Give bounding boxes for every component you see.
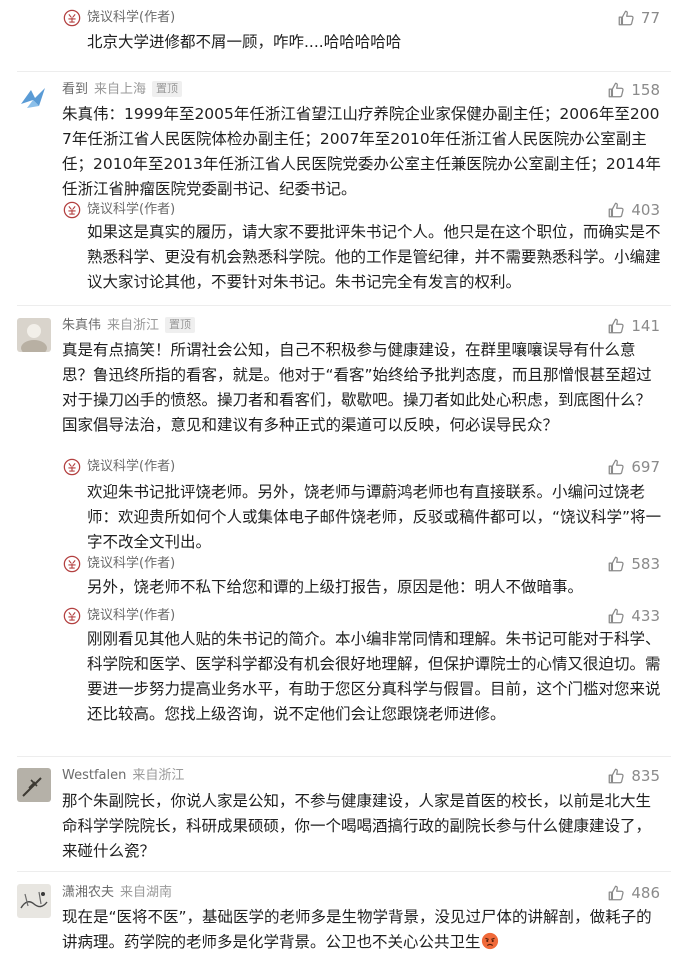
like-button[interactable]: 141 — [607, 316, 660, 336]
reply-author[interactable]: 饶议科学(作者) — [87, 459, 175, 474]
thumbs-up-icon — [607, 201, 625, 219]
like-button[interactable]: 697 — [607, 457, 660, 477]
divider — [17, 871, 671, 872]
thumbs-up-icon — [607, 81, 625, 99]
author-seal-icon — [63, 555, 81, 573]
thumbs-up-icon — [607, 458, 625, 476]
thumbs-up-icon — [607, 317, 625, 335]
comment-location: 来自浙江 — [107, 318, 160, 333]
like-count: 77 — [640, 9, 660, 27]
author-seal-icon — [63, 9, 81, 27]
like-count: 158 — [631, 81, 660, 99]
comment-author[interactable]: 朱真伟 — [62, 318, 101, 333]
reply-author[interactable]: 饶议科学(作者) — [87, 608, 175, 623]
like-count: 433 — [631, 607, 660, 625]
pinned-badge: 置顶 — [165, 317, 196, 333]
like-count: 583 — [631, 555, 660, 573]
divider — [17, 71, 671, 72]
comment-location: 来自上海 — [94, 82, 147, 97]
comment-text: 朱真伟：1999年至2005年任浙江省望江山疗养院企业家保健办副主任；2006年… — [62, 105, 661, 198]
reply-meta: 饶议科学(作者) — [87, 554, 175, 574]
reply-text: 北京大学进修都不屑一顾，咋咋....哈哈哈哈哈 — [87, 33, 402, 51]
avatar[interactable] — [17, 318, 51, 352]
comment-text-body: 现在是“医将不医”，基础医学的老师多是生物学背景，没见过尸体的讲解剖，做耗子的讲… — [62, 908, 652, 951]
like-count: 486 — [631, 884, 660, 902]
thumbs-up-icon — [607, 555, 625, 573]
divider — [17, 756, 671, 757]
pinned-badge: 置顶 — [152, 81, 183, 97]
reply-meta: 饶议科学(作者) — [87, 457, 175, 477]
comment-text: 现在是“医将不医”，基础医学的老师多是生物学背景，没见过尸体的讲解剖，做耗子的讲… — [62, 905, 662, 955]
reply-text: 另外，饶老师不私下给您和谭的上级打报告，原因是他：明人不做暗事。 — [87, 578, 584, 596]
angry-face-icon — [481, 932, 498, 950]
comment-author[interactable]: Westfalen — [62, 768, 126, 783]
comment-location: 来自湖南 — [120, 885, 173, 900]
avatar[interactable] — [17, 82, 51, 116]
like-count: 403 — [631, 201, 660, 219]
like-button[interactable]: 835 — [607, 766, 660, 786]
thumbs-up-icon — [617, 9, 635, 27]
like-button[interactable]: 433 — [607, 606, 660, 626]
thumbs-up-icon — [607, 884, 625, 902]
avatar[interactable] — [17, 884, 51, 918]
like-count: 141 — [631, 317, 660, 335]
comment-meta: 看到 来自上海 置顶 — [62, 80, 183, 100]
like-button[interactable]: 403 — [607, 200, 660, 220]
thumbs-up-icon — [607, 767, 625, 785]
like-button[interactable]: 158 — [607, 80, 660, 100]
like-count: 835 — [631, 767, 660, 785]
reply-author[interactable]: 饶议科学(作者) — [87, 202, 175, 217]
reply-meta: 饶议科学(作者) — [87, 606, 175, 626]
comment-text: 真是有点搞笑！所谓社会公知，自己不积极参与健康建设，在群里嚷嚷误导有什么意思？鲁… — [62, 341, 652, 434]
comment-meta: 潇湘农夫 来自湖南 — [62, 883, 172, 903]
like-button[interactable]: 486 — [607, 883, 660, 903]
thumbs-up-icon — [607, 607, 625, 625]
reply-meta: 饶议科学(作者) — [87, 200, 175, 220]
comment-author[interactable]: 看到 — [62, 82, 88, 97]
reply-author[interactable]: 饶议科学(作者) — [87, 10, 175, 25]
reply-author[interactable]: 饶议科学(作者) — [87, 556, 175, 571]
reply-text: 如果这是真实的履历，请大家不要批评朱书记个人。他只是在这个职位，而确实是不熟悉科… — [87, 223, 661, 291]
author-seal-icon — [63, 458, 81, 476]
divider — [17, 305, 671, 306]
comment-meta: Westfalen 来自浙江 — [62, 766, 184, 786]
comment-meta: 朱真伟 来自浙江 置顶 — [62, 316, 196, 336]
comment-location: 来自浙江 — [132, 768, 185, 783]
author-seal-icon — [63, 201, 81, 219]
like-count: 697 — [631, 458, 660, 476]
comment-author[interactable]: 潇湘农夫 — [62, 885, 114, 900]
reply-meta: 饶议科学(作者) — [87, 8, 175, 28]
comment-text: 那个朱副院长，你说人家是公知，不参与健康建设，人家是首医的校长，以前是北大生命科… — [62, 792, 652, 860]
like-button[interactable]: 583 — [607, 554, 660, 574]
reply-text: 刚刚看见其他人贴的朱书记的简介。本小编非常同情和理解。朱书记可能对于科学、科学院… — [87, 630, 661, 723]
reply-text: 欢迎朱书记批评饶老师。另外，饶老师与谭蔚鸿老师也有直接联系。小编问过饶老师：欢迎… — [87, 483, 662, 551]
like-button[interactable]: 77 — [617, 8, 660, 28]
author-seal-icon — [63, 607, 81, 625]
avatar[interactable] — [17, 768, 51, 802]
